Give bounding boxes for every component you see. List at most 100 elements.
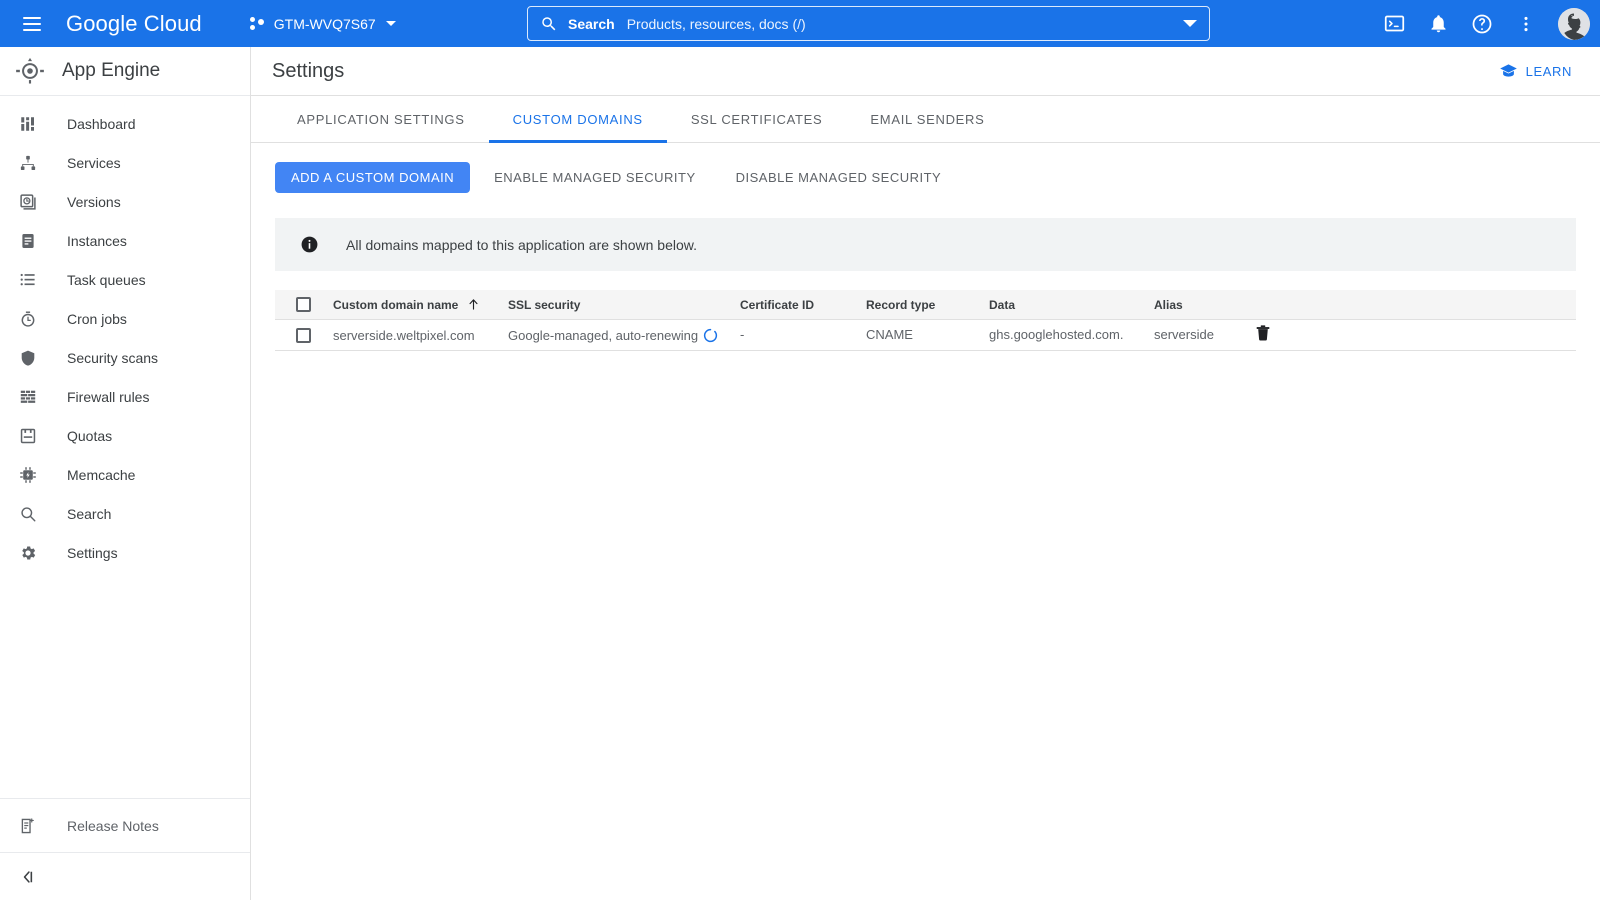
search-bar[interactable]: Search Products, resources, docs (/) bbox=[527, 6, 1210, 41]
chevron-down-icon bbox=[385, 21, 396, 26]
info-banner: All domains mapped to this application a… bbox=[275, 218, 1576, 271]
cell-delete bbox=[1240, 324, 1272, 347]
column-header-custom-domain-name[interactable]: Custom domain name bbox=[333, 298, 508, 312]
search-chevron-down-icon[interactable] bbox=[1183, 20, 1197, 27]
table-row[interactable]: serverside.weltpixel.com Google-managed,… bbox=[275, 320, 1576, 351]
custom-domains-table: Custom domain name SSL security Certific… bbox=[275, 290, 1576, 351]
loading-spinner-icon bbox=[704, 328, 718, 342]
quotas-icon bbox=[18, 426, 38, 446]
column-header-record-type[interactable]: Record type bbox=[866, 296, 989, 314]
firewall-rules-icon bbox=[18, 387, 38, 407]
cell-custom-domain-name: serverside.weltpixel.com bbox=[333, 327, 475, 343]
hamburger-menu-icon[interactable] bbox=[8, 0, 56, 47]
sidebar-nav: Dashboard Services Versions Instances Ta… bbox=[0, 96, 250, 572]
row-select-cell bbox=[275, 327, 333, 343]
release-notes-icon bbox=[18, 816, 38, 836]
cell-certificate-id: - bbox=[740, 327, 745, 342]
sidebar-item-label: Security scans bbox=[67, 349, 159, 366]
sidebar-item-label: Cron jobs bbox=[67, 310, 127, 327]
top-bar-actions bbox=[1376, 0, 1590, 47]
sidebar-item-label: Task queues bbox=[67, 271, 146, 288]
add-custom-domain-button[interactable]: ADD A CUSTOM DOMAIN bbox=[275, 162, 471, 193]
row-checkbox[interactable] bbox=[296, 327, 311, 343]
more-options-icon[interactable] bbox=[1508, 6, 1544, 42]
sidebar-item-label: Versions bbox=[67, 193, 121, 210]
disable-managed-security-button[interactable]: DISABLE MANAGED SECURITY bbox=[720, 162, 958, 193]
search-input[interactable]: Products, resources, docs (/) bbox=[627, 16, 806, 32]
info-icon bbox=[301, 236, 318, 253]
cron-jobs-icon bbox=[18, 309, 38, 329]
main-content: Settings LEARN APPLICATION SETTINGS CUST… bbox=[251, 47, 1600, 900]
learn-button[interactable]: LEARN bbox=[1491, 56, 1580, 87]
cloud-shell-icon[interactable] bbox=[1376, 6, 1412, 42]
column-header-alias[interactable]: Alias bbox=[1154, 296, 1240, 314]
trash-icon[interactable] bbox=[1254, 324, 1272, 342]
cell-alias: serverside bbox=[1154, 327, 1214, 342]
search-icon bbox=[542, 16, 556, 30]
sidebar-item-label: Memcache bbox=[67, 466, 136, 483]
sidebar-item-dashboard[interactable]: Dashboard bbox=[0, 104, 250, 143]
column-header-certificate-id[interactable]: Certificate ID bbox=[740, 296, 866, 314]
instances-icon bbox=[18, 231, 38, 251]
collapse-panel-button[interactable] bbox=[0, 852, 250, 900]
sidebar-item-label: Search bbox=[67, 505, 112, 522]
sidebar-item-firewall-rules[interactable]: Firewall rules bbox=[0, 377, 250, 416]
versions-icon bbox=[18, 192, 38, 212]
enable-managed-security-button[interactable]: ENABLE MANAGED SECURITY bbox=[478, 162, 712, 193]
sidebar: App Engine Dashboard Services Versions I… bbox=[0, 47, 251, 900]
search-icon bbox=[18, 504, 38, 524]
security-scans-icon bbox=[18, 348, 38, 368]
select-all-checkbox[interactable] bbox=[296, 297, 311, 312]
sidebar-item-settings[interactable]: Settings bbox=[0, 533, 250, 572]
sidebar-footer: Release Notes bbox=[0, 798, 250, 900]
tab-application-settings[interactable]: APPLICATION SETTINGS bbox=[273, 96, 489, 142]
tab-ssl-certificates[interactable]: SSL CERTIFICATES bbox=[667, 96, 847, 142]
user-avatar[interactable] bbox=[1558, 7, 1590, 40]
memcache-icon bbox=[18, 465, 38, 485]
sidebar-item-label: Quotas bbox=[67, 427, 113, 444]
sidebar-item-versions[interactable]: Versions bbox=[0, 182, 250, 221]
column-header-ssl-security[interactable]: SSL security bbox=[508, 298, 740, 312]
project-name: GTM-WVQ7S67 bbox=[273, 15, 376, 32]
select-all-cell bbox=[275, 297, 333, 312]
project-dots-icon bbox=[249, 16, 266, 32]
sidebar-item-instances[interactable]: Instances bbox=[0, 221, 250, 260]
sidebar-item-quotas[interactable]: Quotas bbox=[0, 416, 250, 455]
services-icon bbox=[18, 153, 38, 173]
sidebar-item-release-notes[interactable]: Release Notes bbox=[0, 798, 250, 852]
sidebar-item-security-scans[interactable]: Security scans bbox=[0, 338, 250, 377]
product-name: App Engine bbox=[62, 60, 161, 81]
product-header: App Engine bbox=[0, 47, 250, 96]
sidebar-item-task-queues[interactable]: Task queues bbox=[0, 260, 250, 299]
sidebar-item-cron-jobs[interactable]: Cron jobs bbox=[0, 299, 250, 338]
release-notes-label: Release Notes bbox=[67, 817, 159, 834]
app-engine-icon bbox=[16, 57, 44, 84]
tab-custom-domains[interactable]: CUSTOM DOMAINS bbox=[488, 96, 668, 143]
action-toolbar: ADD A CUSTOM DOMAIN ENABLE MANAGED SECUR… bbox=[251, 143, 1600, 193]
notifications-bell-icon[interactable] bbox=[1420, 6, 1456, 42]
google-cloud-logo[interactable]: Google Cloud bbox=[66, 11, 202, 37]
tab-email-senders[interactable]: EMAIL SENDERS bbox=[846, 96, 1008, 142]
search-label: Search bbox=[568, 15, 615, 32]
sidebar-item-search[interactable]: Search bbox=[0, 494, 250, 533]
settings-gear-icon bbox=[18, 543, 38, 563]
info-banner-text: All domains mapped to this application a… bbox=[346, 236, 697, 253]
sidebar-item-label: Services bbox=[67, 154, 121, 171]
sidebar-item-label: Settings bbox=[67, 544, 118, 561]
sidebar-item-services[interactable]: Services bbox=[0, 143, 250, 182]
arrow-up-icon bbox=[469, 299, 478, 310]
page-title: Settings bbox=[272, 59, 345, 82]
help-icon[interactable] bbox=[1464, 6, 1500, 42]
cell-ssl-security: Google-managed, auto-renewing bbox=[508, 328, 740, 343]
column-header-data[interactable]: Data bbox=[989, 296, 1154, 314]
learn-label: LEARN bbox=[1525, 63, 1572, 79]
task-queues-icon bbox=[18, 270, 38, 290]
table-header-row: Custom domain name SSL security Certific… bbox=[275, 290, 1576, 320]
top-navigation-bar: Google Cloud GTM-WVQ7S67 Search Products… bbox=[0, 0, 1600, 47]
sidebar-item-memcache[interactable]: Memcache bbox=[0, 455, 250, 494]
sidebar-item-label: Dashboard bbox=[67, 115, 136, 132]
sidebar-item-label: Firewall rules bbox=[67, 388, 150, 405]
settings-tabs: APPLICATION SETTINGS CUSTOM DOMAINS SSL … bbox=[251, 96, 1600, 143]
cell-data: ghs.googlehosted.com. bbox=[989, 327, 1124, 342]
project-selector[interactable]: GTM-WVQ7S67 bbox=[244, 8, 402, 40]
